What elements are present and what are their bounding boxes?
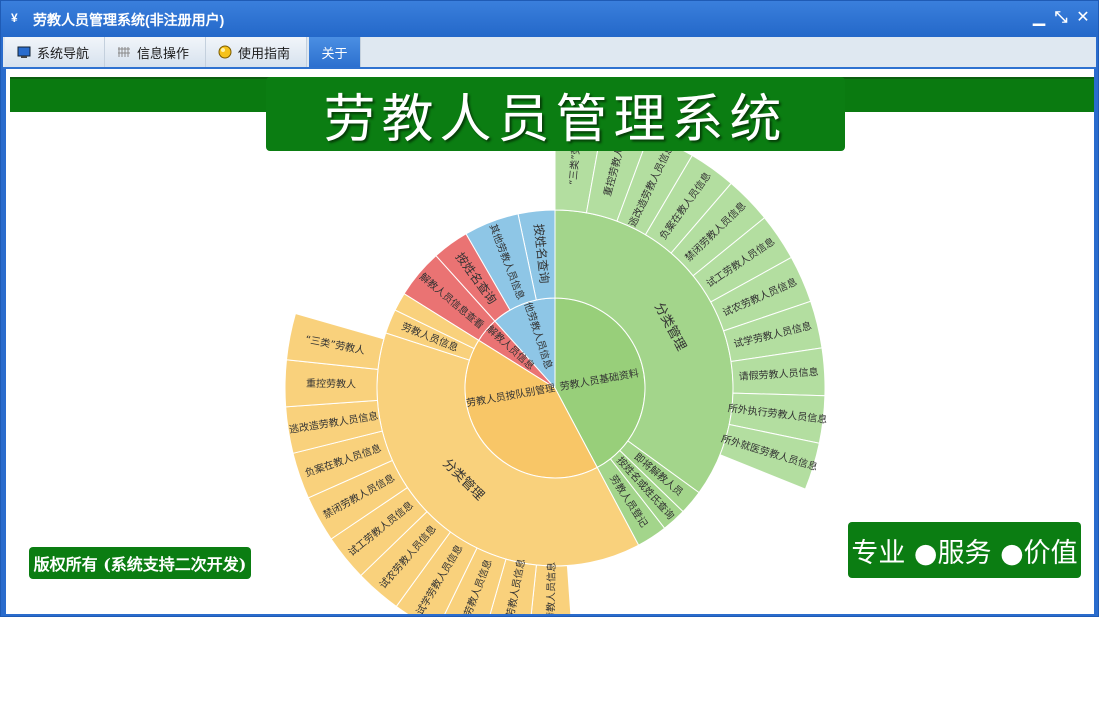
- menu-bar: 系统导航 信息操作 使用指南 关于: [3, 37, 1096, 69]
- sunburst-outer-label: 重控劳教人: [306, 377, 356, 391]
- menu-label: 系统导航: [37, 45, 90, 61]
- window-title: 劳教人员管理系统(非注册用户): [33, 12, 225, 28]
- slogan-badge: 专业 ●服务 ●价值: [848, 522, 1081, 578]
- menu-user-guide[interactable]: 使用指南: [206, 37, 307, 67]
- menu-label: 关于: [321, 45, 348, 61]
- menu-system-nav[interactable]: 系统导航: [5, 37, 105, 67]
- grid-icon: [117, 45, 131, 59]
- monitor-icon: [17, 45, 31, 59]
- app-logo-icon: ¥: [11, 11, 18, 25]
- app-window: ¥ 劳教人员管理系统(非注册用户) ▁ ⤡ ✕ 系统导航 信息操作 使用指南 关…: [0, 0, 1099, 617]
- restore-icon[interactable]: ⤡: [1051, 8, 1071, 28]
- copyright-badge: 版权所有 (系统支持二次开发): [29, 547, 251, 579]
- system-title-banner: 劳教人员管理系统: [266, 77, 845, 151]
- lightbulb-icon: [218, 45, 232, 59]
- title-bar: ¥ 劳教人员管理系统(非注册用户) ▁ ⤡ ✕: [1, 1, 1098, 37]
- menu-info-ops[interactable]: 信息操作: [105, 37, 206, 67]
- menu-label: 使用指南: [238, 45, 291, 61]
- menu-label: 信息操作: [137, 45, 190, 61]
- minimize-icon[interactable]: ▁: [1029, 8, 1049, 28]
- menu-about[interactable]: 关于: [309, 37, 361, 67]
- close-icon[interactable]: ✕: [1073, 8, 1093, 28]
- system-title: 劳教人员管理系统: [323, 89, 788, 150]
- main-content: 劳教人员基础资料 劳教人员按队别管理 其他劳教人员信息 解教人员信息 分类管理 分类管理即…: [6, 69, 1094, 614]
